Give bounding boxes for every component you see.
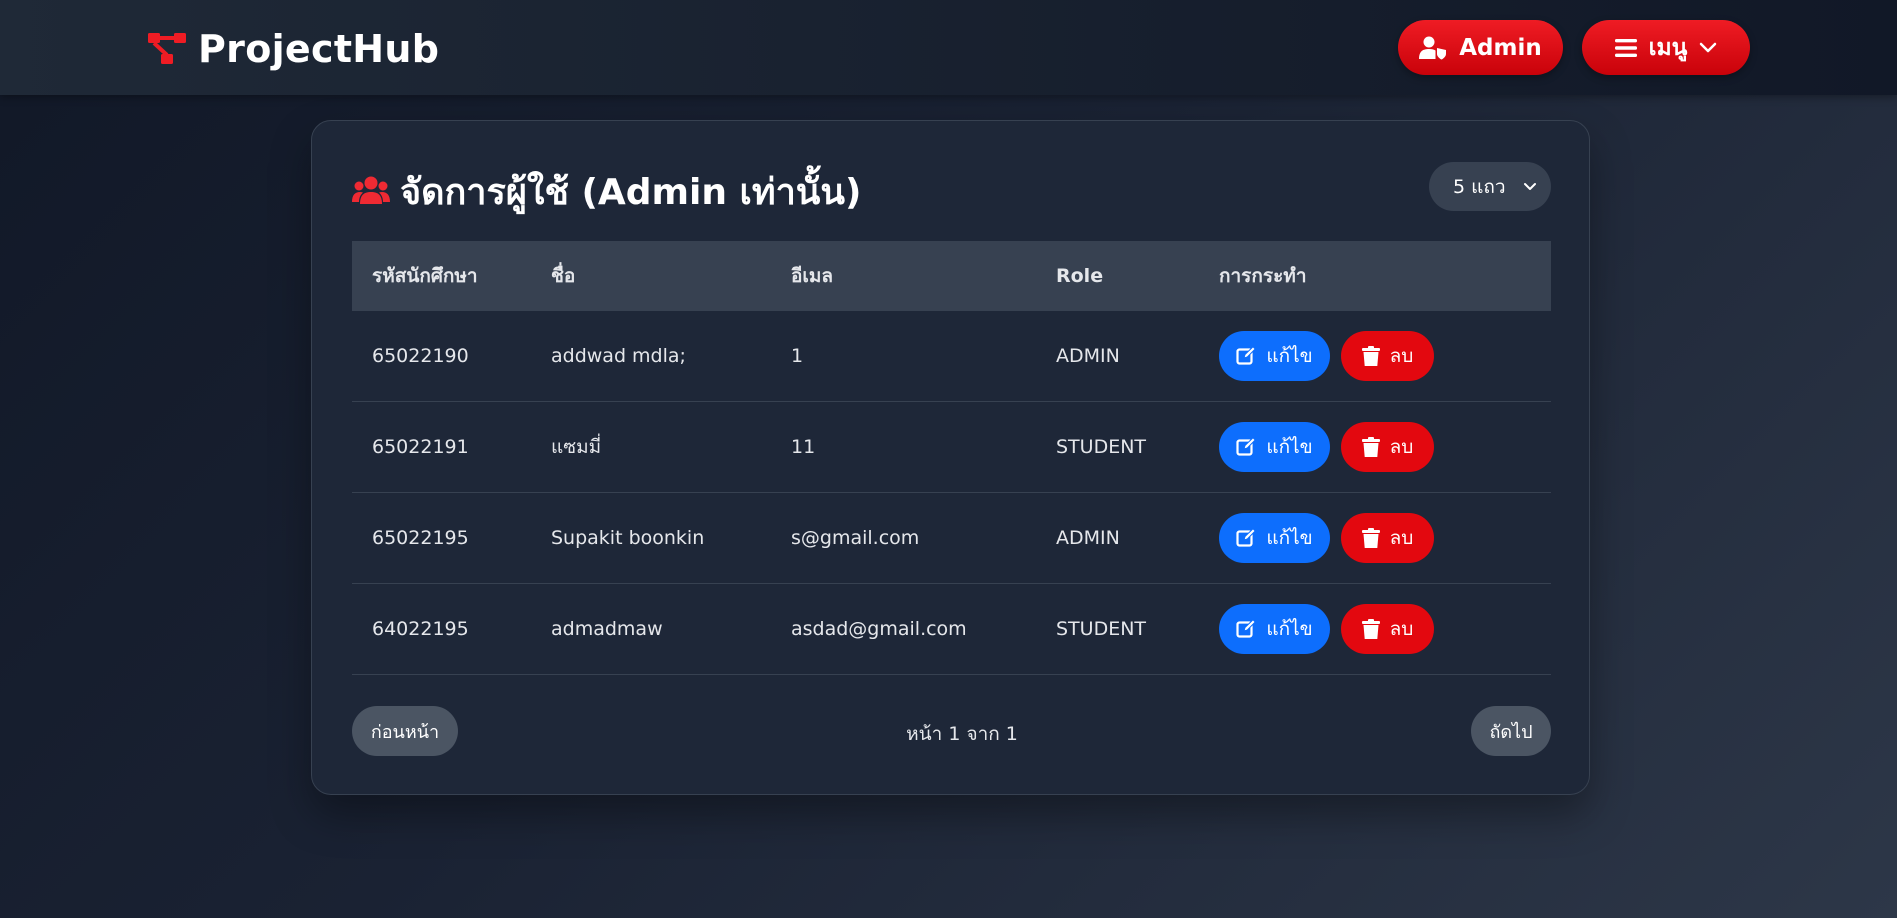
cell-actions: แก้ไข ลบ [1219, 513, 1551, 563]
edit-icon [1236, 528, 1257, 547]
delete-label: ลบ [1389, 436, 1414, 458]
users-icon [352, 176, 390, 204]
cell-name: แซมมี่ [551, 436, 602, 458]
rows-per-page-value: 5 แถว [1453, 175, 1506, 198]
header-name: ชื่อ [551, 265, 576, 287]
next-page-button[interactable]: ถัดไป [1471, 706, 1551, 756]
edit-button[interactable]: แก้ไข [1219, 513, 1330, 563]
page-indicator: หน้า 1 จาก 1 [906, 723, 1018, 745]
cell-actions: แก้ไข ลบ [1219, 604, 1551, 654]
table-header: รหัสนักศึกษา ชื่อ อีเมล Role การกระทำ [352, 241, 1551, 311]
user-management-card: จัดการผู้ใช้ (Admin เท่านั้น) 5 แถว รหัส… [311, 120, 1590, 795]
page-title-text: จัดการผู้ใช้ (Admin เท่านั้น) [400, 171, 862, 213]
cell-email: s@gmail.com [791, 527, 920, 549]
edit-icon [1236, 437, 1257, 456]
page-title: จัดการผู้ใช้ (Admin เท่านั้น) [352, 167, 861, 215]
cell-role: ADMIN [1056, 527, 1120, 549]
delete-label: ลบ [1389, 527, 1414, 549]
cell-email: 1 [791, 345, 804, 367]
brand-name: ProjectHub [198, 27, 440, 71]
chevron-down-icon [1524, 182, 1536, 190]
cell-actions: แก้ไข ลบ [1219, 331, 1551, 381]
header-email: อีเมล [791, 265, 834, 287]
edit-icon [1236, 619, 1257, 638]
delete-label: ลบ [1389, 345, 1414, 367]
cell-role: ADMIN [1056, 345, 1120, 367]
menu-dropdown-button[interactable]: เมนู [1582, 20, 1750, 75]
edit-label: แก้ไข [1266, 527, 1313, 549]
user-shield-icon [1419, 36, 1447, 59]
trash-icon [1361, 618, 1380, 639]
brand-logo[interactable]: ProjectHub [148, 26, 439, 72]
cell-student-id: 65022195 [372, 527, 469, 549]
table-row: 65022195 Supakit boonkin s@gmail.com ADM… [352, 493, 1551, 584]
navbar: ProjectHub Admin เมนู [0, 0, 1897, 95]
trash-icon [1361, 436, 1380, 457]
project-diagram-icon [148, 33, 186, 64]
table-row: 64022195 admadmaw asdad@gmail.com STUDEN… [352, 584, 1551, 675]
cell-email: asdad@gmail.com [791, 618, 967, 640]
edit-label: แก้ไข [1266, 436, 1313, 458]
edit-button[interactable]: แก้ไข [1219, 422, 1330, 472]
admin-label: Admin [1459, 34, 1542, 61]
admin-button[interactable]: Admin [1398, 20, 1563, 75]
cell-role: STUDENT [1056, 436, 1147, 458]
cell-email: 11 [791, 436, 816, 458]
table-row: 65022191 แซมมี่ 11 STUDENT แก้ไข ลบ [352, 402, 1551, 493]
cell-name: admadmaw [551, 618, 663, 640]
previous-page-button[interactable]: ก่อนหน้า [352, 706, 458, 756]
cell-actions: แก้ไข ลบ [1219, 422, 1551, 472]
edit-label: แก้ไข [1266, 345, 1313, 367]
header-role: Role [1056, 265, 1104, 287]
edit-label: แก้ไข [1266, 618, 1313, 640]
edit-button[interactable]: แก้ไข [1219, 331, 1330, 381]
cell-name: Supakit boonkin [551, 527, 705, 549]
trash-icon [1361, 345, 1380, 366]
rows-per-page-select[interactable]: 5 แถว [1429, 162, 1551, 211]
cell-student-id: 65022190 [372, 345, 469, 367]
chevron-down-icon [1700, 42, 1717, 52]
header-actions: การกระทำ [1219, 265, 1307, 287]
delete-button[interactable]: ลบ [1341, 331, 1434, 381]
cell-student-id: 64022195 [372, 618, 469, 640]
menu-label: เมนู [1648, 34, 1688, 61]
edit-icon [1236, 346, 1257, 365]
header-student-id: รหัสนักศึกษา [372, 265, 478, 287]
trash-icon [1361, 527, 1380, 548]
cell-student-id: 65022191 [372, 436, 469, 458]
edit-button[interactable]: แก้ไข [1219, 604, 1330, 654]
delete-label: ลบ [1389, 618, 1414, 640]
users-table: รหัสนักศึกษา ชื่อ อีเมล Role การกระทำ 65… [352, 241, 1551, 675]
cell-role: STUDENT [1056, 618, 1147, 640]
delete-button[interactable]: ลบ [1341, 604, 1434, 654]
hamburger-icon [1614, 38, 1637, 57]
table-row: 65022190 addwad mdla; 1 ADMIN แก้ไข ลบ [352, 311, 1551, 402]
cell-name: addwad mdla; [551, 345, 686, 367]
delete-button[interactable]: ลบ [1341, 422, 1434, 472]
delete-button[interactable]: ลบ [1341, 513, 1434, 563]
